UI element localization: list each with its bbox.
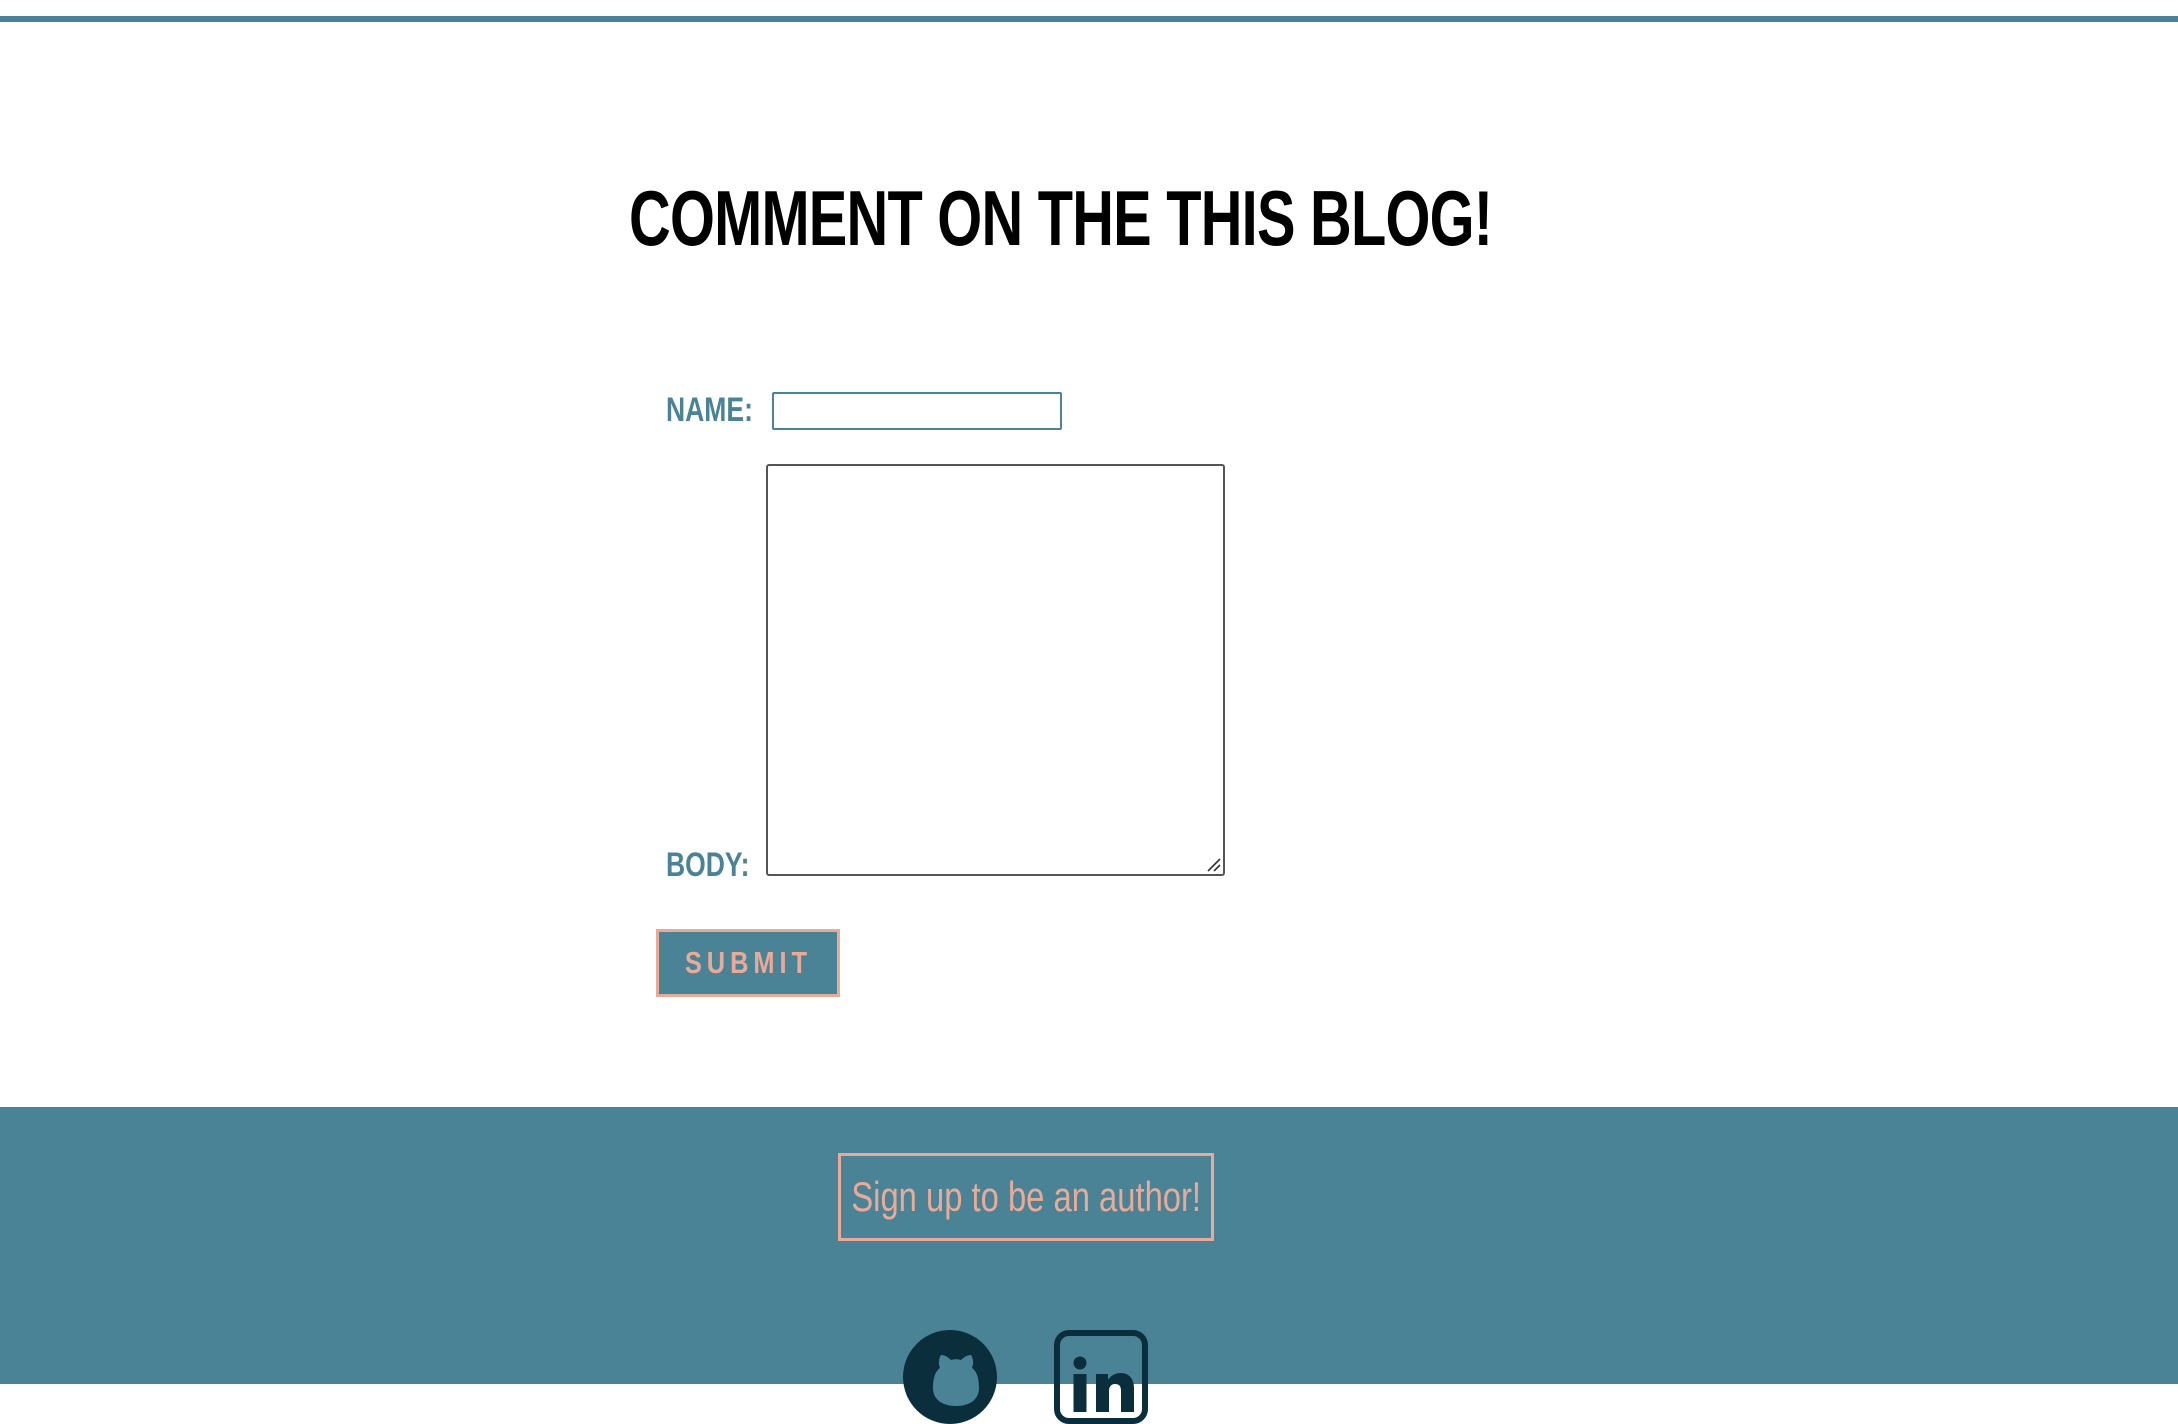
signup-author-link[interactable]: Sign up to be an author! — [838, 1153, 1214, 1241]
page-title: Comment on the this blog! — [629, 174, 1493, 262]
name-input[interactable] — [772, 392, 1062, 430]
linkedin-icon[interactable] — [1054, 1330, 1148, 1424]
site-footer: Sign up to be an author! — [0, 1107, 2178, 1424]
submit-button[interactable]: Submit — [656, 929, 840, 997]
signup-author-label: Sign up to be an author! — [851, 1173, 1201, 1220]
name-label: Name: — [666, 391, 753, 429]
submit-label: Submit — [684, 945, 812, 980]
body-textarea[interactable] — [766, 464, 1225, 876]
body-label: Body: — [666, 846, 750, 884]
top-divider — [0, 16, 2178, 22]
textarea-resize-handle[interactable] — [1205, 856, 1221, 872]
github-icon[interactable] — [903, 1330, 997, 1424]
